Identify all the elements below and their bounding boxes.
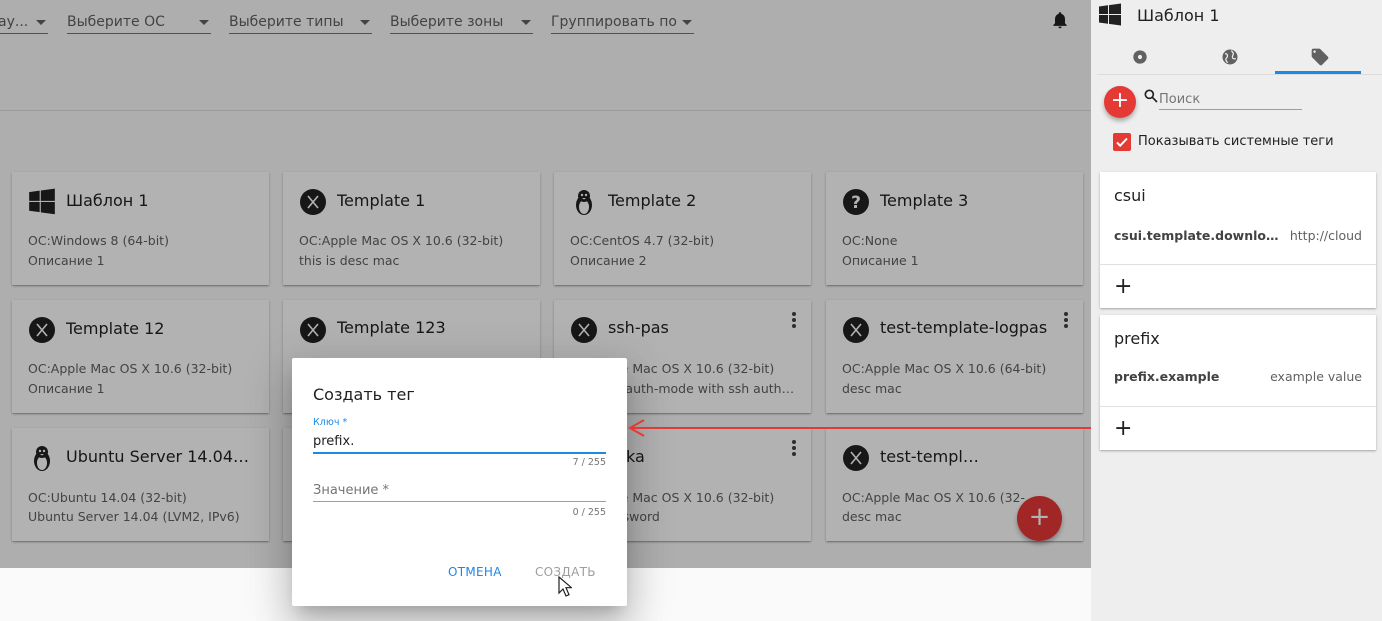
tag-divider	[1100, 264, 1376, 265]
tag-search-input[interactable]	[1159, 89, 1302, 110]
tag-value[interactable]: http://cloud	[1290, 228, 1362, 243]
sidebar-title: Шаблон 1	[1137, 6, 1220, 25]
tabs-divider	[1097, 74, 1382, 75]
details-sidebar: Шаблон 1 + Показывать системные теги csu…	[1091, 0, 1382, 621]
tag-key[interactable]: csui.template.download.url	[1114, 228, 1284, 243]
tab-network[interactable]	[1185, 44, 1273, 74]
search-icon	[1144, 89, 1158, 103]
tab-details[interactable]	[1095, 44, 1183, 74]
key-label: Ключ *	[313, 417, 348, 428]
globe-icon	[1222, 49, 1238, 65]
tag-icon	[1311, 48, 1329, 66]
tag-group-card: prefix prefix.example example value +	[1100, 315, 1376, 450]
tag-group-name: prefix	[1114, 329, 1160, 348]
show-system-tags-label: Показывать системные теги	[1138, 134, 1334, 149]
show-system-tags-checkbox[interactable]	[1113, 133, 1131, 151]
tag-group-card: csui csui.template.download.url http://c…	[1100, 172, 1376, 308]
create-tag-dialog: Создать тег Ключ * 7 / 255 0 / 255 ОТМЕН…	[292, 358, 627, 606]
tag-value[interactable]: example value	[1270, 369, 1362, 384]
tag-divider	[1100, 406, 1376, 407]
annotation-arrow-icon	[627, 419, 1112, 437]
add-tag-button[interactable]: +	[1104, 86, 1136, 118]
windows-icon	[1099, 3, 1121, 26]
tag-value-input[interactable]	[313, 480, 606, 502]
cancel-button[interactable]: ОТМЕНА	[448, 565, 502, 579]
tag-key-input[interactable]	[313, 430, 606, 454]
mouse-pointer-icon	[558, 576, 572, 597]
check-icon	[1116, 137, 1128, 148]
disk-icon	[1133, 50, 1147, 64]
add-tag-to-group-button[interactable]: +	[1114, 418, 1132, 440]
dialog-title: Создать тег	[313, 385, 415, 404]
add-tag-to-group-button[interactable]: +	[1114, 276, 1132, 298]
tag-group-name: csui	[1114, 186, 1146, 205]
tag-key[interactable]: prefix.example	[1114, 369, 1284, 384]
value-char-counter: 0 / 255	[572, 507, 606, 518]
key-char-counter: 7 / 255	[572, 457, 606, 468]
tab-tags[interactable]	[1275, 44, 1363, 74]
